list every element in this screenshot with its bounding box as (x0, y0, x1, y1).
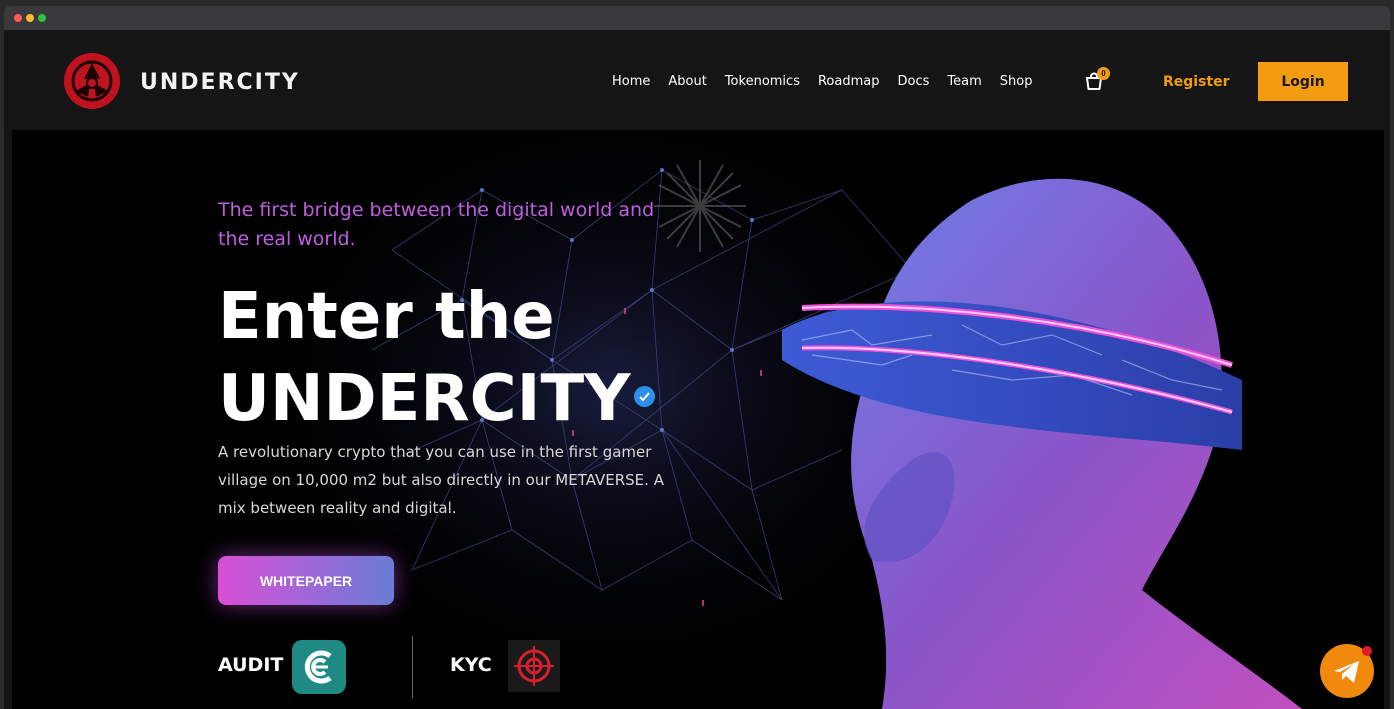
cart-count-badge: 0 (1097, 67, 1110, 80)
close-window-button[interactable] (14, 14, 22, 22)
hero-tagline: The first bridge between the digital wor… (218, 199, 655, 250)
nav-docs[interactable]: Docs (897, 74, 929, 89)
register-link[interactable]: Register (1163, 74, 1230, 90)
badge-divider (412, 636, 413, 698)
browser-window: UNDERCITY Home About Tokenomics Roadmap … (4, 6, 1390, 709)
audit-logo-icon[interactable] (292, 640, 346, 694)
main-nav: Home About Tokenomics Roadmap Docs Team … (612, 74, 1032, 89)
brand-name[interactable]: UNDERCITY (140, 70, 300, 95)
verified-icon (634, 385, 656, 407)
nav-roadmap[interactable]: Roadmap (818, 74, 880, 89)
audit-label: AUDIT (218, 654, 284, 676)
kyc-label: KYC (450, 654, 492, 676)
whitepaper-button[interactable]: WHITEPAPER (218, 556, 394, 605)
headline-line-1: Enter the (218, 280, 555, 354)
kyc-target-icon[interactable] (508, 640, 560, 692)
hero-headline: Enter the UNDERCITY (218, 276, 656, 440)
site-header: UNDERCITY Home About Tokenomics Roadmap … (4, 30, 1390, 130)
brand-logo-icon[interactable] (64, 53, 120, 109)
window-titlebar (4, 6, 1390, 30)
hero-section: The first bridge between the digital wor… (12, 130, 1384, 709)
nav-about[interactable]: About (668, 74, 706, 89)
nav-team[interactable]: Team (947, 74, 981, 89)
maximize-window-button[interactable] (38, 14, 46, 22)
minimize-window-button[interactable] (26, 14, 34, 22)
nav-tokenomics[interactable]: Tokenomics (725, 74, 800, 89)
notification-dot (1362, 646, 1372, 656)
telegram-chat-button[interactable] (1320, 644, 1374, 698)
login-button[interactable]: Login (1258, 62, 1348, 101)
hero-description: A revolutionary crypto that you can use … (218, 443, 664, 517)
headline-line-2: UNDERCITY (218, 362, 631, 436)
nav-shop[interactable]: Shop (1000, 74, 1033, 89)
nav-home[interactable]: Home (612, 74, 650, 89)
cart-button[interactable]: 0 (1084, 67, 1110, 94)
